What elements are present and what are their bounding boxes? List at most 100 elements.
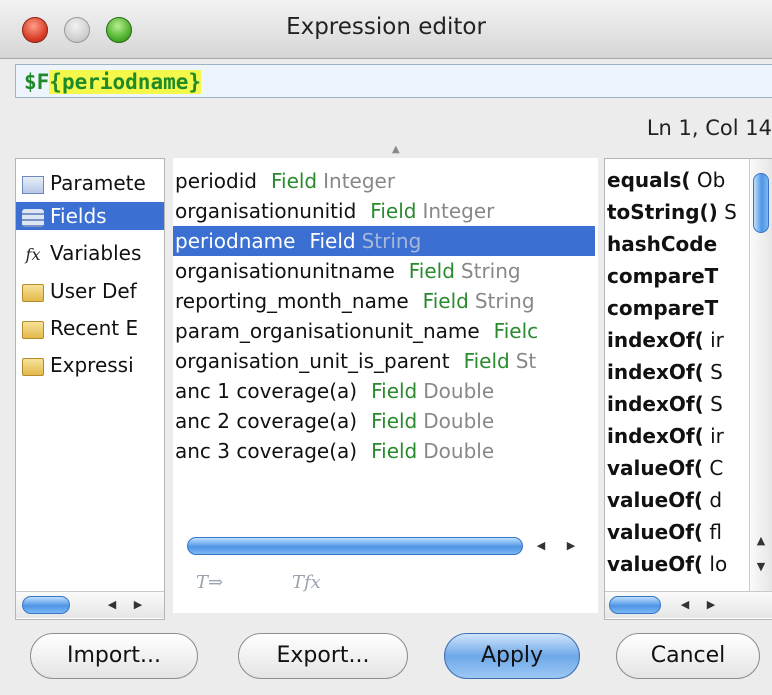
category-expressions[interactable]: Expressi: [22, 351, 134, 379]
method-row[interactable]: valueOf( C: [607, 453, 723, 484]
field-type: Integer: [323, 169, 396, 193]
method-row[interactable]: hashCode: [607, 229, 717, 260]
field-kind: Field: [309, 229, 356, 253]
field-type: Double: [423, 379, 495, 403]
method-args: S: [703, 392, 723, 416]
title-bar[interactable]: Expression editor: [0, 0, 772, 59]
field-kind: Field: [371, 379, 418, 403]
field-name: organisationunitid: [175, 199, 357, 223]
field-name: param_organisationunit_name: [175, 319, 480, 343]
field-name: reporting_month_name: [175, 289, 409, 313]
field-row[interactable]: reporting_month_name Field String: [175, 286, 535, 316]
field-row[interactable]: anc 2 coverage(a) Field Double: [175, 406, 494, 436]
scroll-thumb[interactable]: [753, 173, 769, 233]
methods-vertical-scrollbar[interactable]: ▲ ▼: [749, 159, 772, 591]
fx-icon: fx: [25, 244, 41, 264]
method-args: S: [717, 200, 737, 224]
field-row[interactable]: periodid Field Integer: [175, 166, 395, 196]
field-type: String: [361, 229, 422, 253]
field-type: String: [474, 289, 535, 313]
method-name: valueOf(: [607, 456, 704, 480]
scroll-right-icon[interactable]: ▶: [130, 597, 146, 613]
field-type: Double: [423, 409, 495, 433]
scroll-right-icon[interactable]: ▶: [563, 538, 579, 554]
scroll-down-icon[interactable]: ▼: [753, 559, 769, 575]
category-user-defined[interactable]: User Def: [22, 277, 137, 305]
category-label: Fields: [50, 204, 107, 228]
method-row[interactable]: valueOf( lo: [607, 549, 727, 580]
method-row[interactable]: toString() S: [607, 197, 737, 228]
field-row[interactable]: organisationunitname Field String: [175, 256, 521, 286]
field-row[interactable]: anc 3 coverage(a) Field Double: [175, 436, 494, 466]
field-row[interactable]: organisationunitid Field Integer: [175, 196, 494, 226]
import-button[interactable]: Import...: [30, 633, 198, 679]
method-row[interactable]: compareT: [607, 261, 718, 292]
method-name: indexOf(: [607, 328, 704, 352]
method-row[interactable]: compareT: [607, 293, 718, 324]
method-row[interactable]: indexOf( ir: [607, 421, 724, 452]
cancel-button[interactable]: Cancel: [616, 633, 760, 679]
method-row[interactable]: indexOf( ir: [607, 325, 724, 356]
fields-icon: [22, 208, 44, 227]
add-function-icon[interactable]: Tfx: [292, 572, 321, 593]
method-row[interactable]: equals( Ob: [607, 165, 725, 196]
scroll-thumb[interactable]: [187, 537, 523, 555]
method-name: compareT: [607, 264, 719, 288]
field-name: anc 2 coverage(a): [175, 409, 358, 433]
methods-horizontal-scrollbar[interactable]: ◀ ▶: [605, 591, 772, 618]
field-type: St: [515, 349, 537, 373]
scroll-right-icon[interactable]: ▶: [703, 597, 719, 613]
splitter-grip-icon[interactable]: ▲: [392, 144, 400, 155]
fields-horizontal-scrollbar[interactable]: ◀ ▶: [173, 532, 598, 558]
field-name: anc 3 coverage(a): [175, 439, 358, 463]
field-type: String: [460, 259, 521, 283]
field-row[interactable]: param_organisationunit_name Fielc: [175, 316, 544, 346]
category-parameters[interactable]: Paramete: [22, 169, 146, 197]
scroll-thumb[interactable]: [22, 596, 70, 614]
field-kind: Fielc: [493, 319, 539, 343]
method-row[interactable]: indexOf( S: [607, 389, 723, 420]
scroll-up-icon[interactable]: ▲: [753, 533, 769, 549]
field-row[interactable]: anc 1 coverage(a) Field Double: [175, 376, 494, 406]
export-button[interactable]: Export...: [238, 633, 408, 679]
scroll-thumb[interactable]: [609, 596, 661, 614]
method-name: hashCode: [607, 232, 718, 256]
field-type: Integer: [422, 199, 495, 223]
method-row[interactable]: indexOf( S: [607, 357, 723, 388]
field-name: organisationunitname: [175, 259, 395, 283]
method-args: d: [703, 488, 723, 512]
expression-input[interactable]: $F{periodname}: [15, 64, 772, 98]
field-kind: Field: [408, 259, 455, 283]
method-args: lo: [703, 552, 728, 576]
method-args: C: [703, 456, 724, 480]
scroll-left-icon[interactable]: ◀: [533, 538, 549, 554]
expression-highlight: {periodname}: [49, 70, 202, 94]
method-name: valueOf(: [607, 488, 704, 512]
method-name: toString(): [607, 200, 718, 224]
folder-icon: [22, 283, 44, 302]
method-row[interactable]: valueOf( d: [607, 485, 722, 516]
field-kind: Field: [270, 169, 318, 193]
window-title: Expression editor: [286, 14, 486, 40]
method-name: indexOf(: [607, 424, 704, 448]
field-kind: Field: [371, 409, 418, 433]
apply-button[interactable]: Apply: [444, 633, 580, 679]
category-variables[interactable]: fx Variables: [22, 239, 142, 267]
method-row[interactable]: valueOf( fl: [607, 517, 722, 548]
category-label: Variables: [50, 241, 142, 265]
field-name: periodid: [175, 169, 257, 193]
folder-icon: [22, 357, 44, 376]
scroll-left-icon[interactable]: ◀: [104, 597, 120, 613]
category-recent-expressions[interactable]: Recent E: [22, 314, 138, 342]
add-field-icon[interactable]: T⇒: [196, 572, 223, 593]
category-label: Recent E: [50, 316, 139, 340]
field-row[interactable]: organisation_unit_is_parent Field St: [175, 346, 536, 376]
category-list: Paramete Fields fx Variables User Def Rec…: [15, 158, 165, 620]
expression-prefix: $F: [24, 70, 50, 94]
category-fields[interactable]: Fields: [16, 202, 164, 230]
category-horizontal-scrollbar[interactable]: ◀ ▶: [16, 591, 164, 618]
expression-editor-window: Expression editor $F{periodname} Ln 1, C…: [0, 0, 772, 695]
scroll-left-icon[interactable]: ◀: [677, 597, 693, 613]
field-kind: Field: [463, 349, 510, 373]
field-row-selected[interactable]: periodname Field String: [173, 226, 595, 256]
